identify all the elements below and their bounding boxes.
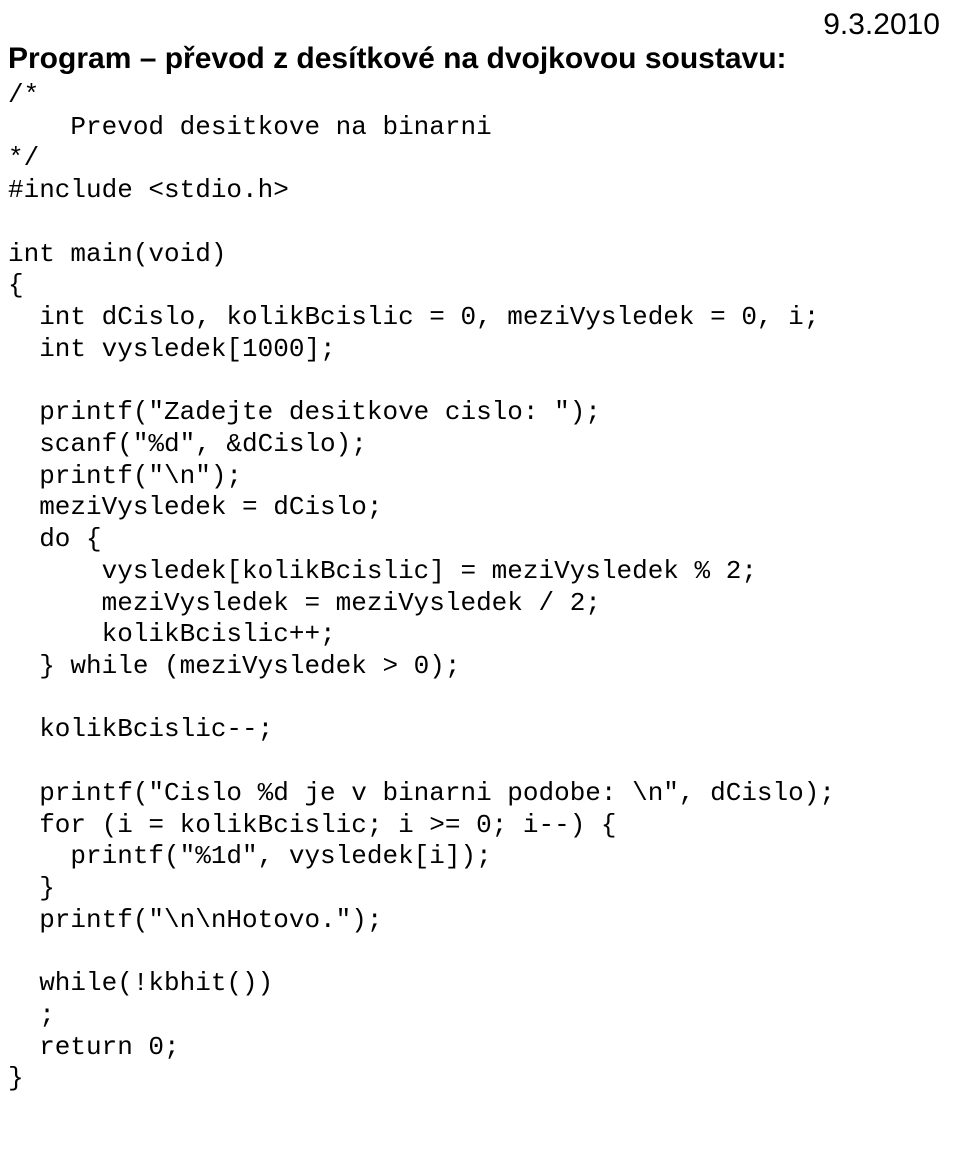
code-block: /* Prevod desitkove na binarni */ #inclu… bbox=[8, 80, 944, 1095]
page: 9.3.2010 Program – převod z desítkové na… bbox=[0, 0, 960, 1175]
program-heading: Program – převod z desítkové na dvojkovo… bbox=[8, 42, 944, 76]
page-date: 9.3.2010 bbox=[823, 8, 940, 42]
